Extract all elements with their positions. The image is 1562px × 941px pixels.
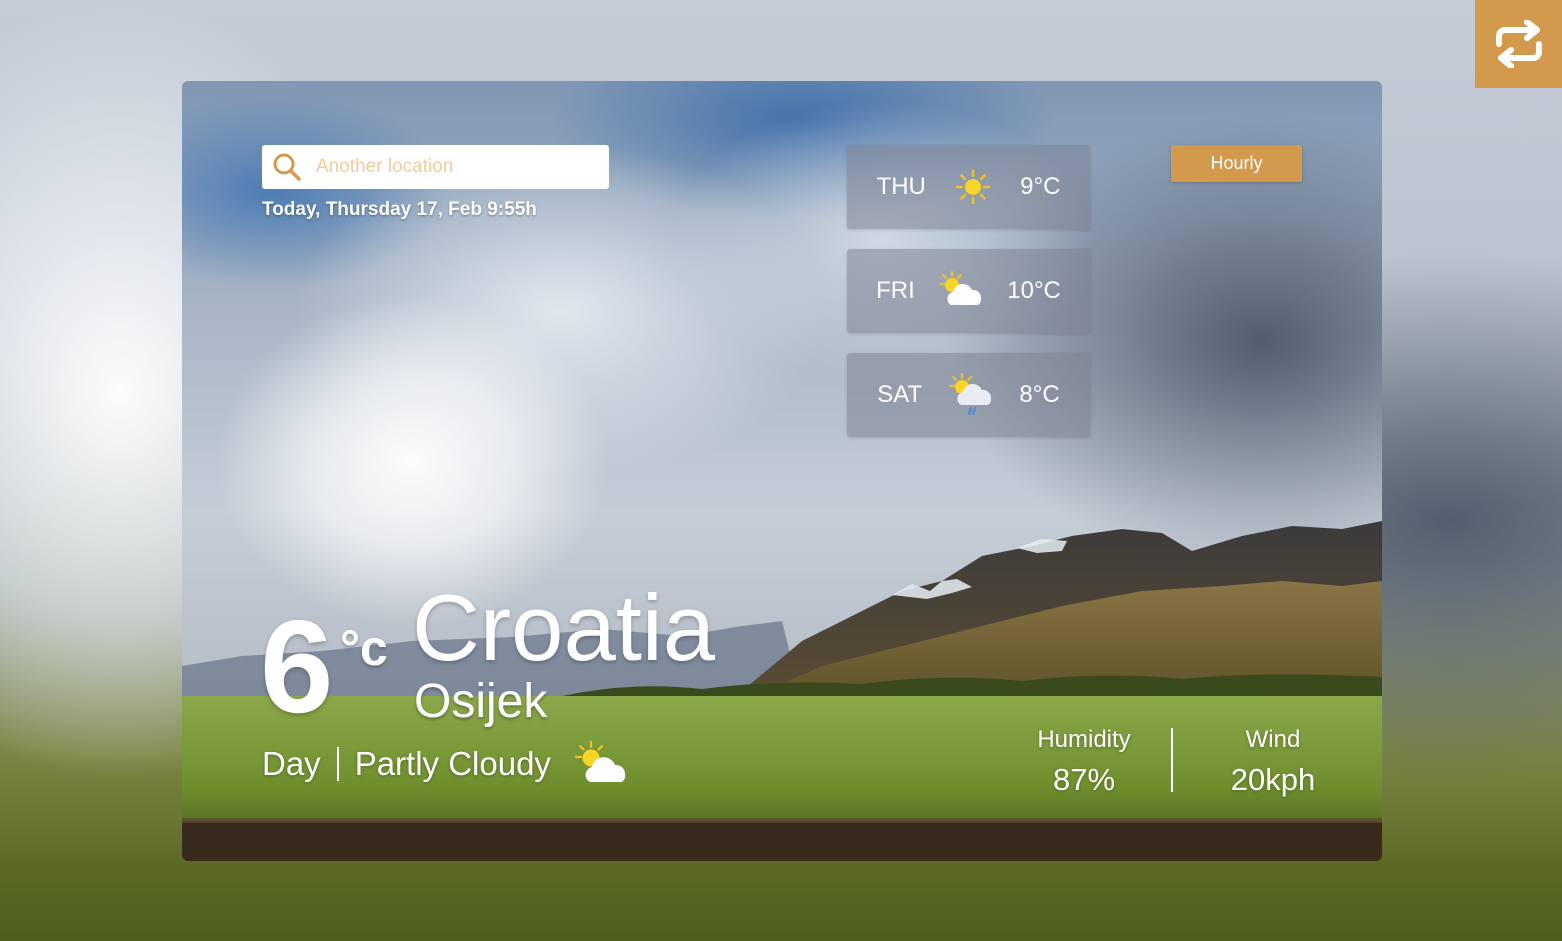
weather-card: Today, Thursday 17, Feb 9:55h THU 9°C FR… — [182, 81, 1382, 861]
partly-cloudy-icon — [573, 740, 629, 787]
humidity-value: 87% — [1052, 762, 1116, 797]
swap-icon — [1495, 20, 1542, 68]
humidity-stat: Humidity 87% — [1017, 726, 1151, 798]
forecast-temp: 9°C — [1020, 173, 1061, 200]
wind-value: 20kph — [1230, 762, 1316, 797]
search-box[interactable] — [262, 145, 609, 189]
forecast-day-thu[interactable]: THU 9°C — [847, 145, 1090, 229]
forecast-day-sat[interactable]: SAT 8°C — [847, 353, 1090, 437]
search-icon — [273, 153, 301, 181]
partly-cloudy-rain-icon — [947, 373, 995, 417]
condition-label: Partly Cloudy — [354, 745, 551, 782]
swap-button[interactable] — [1475, 0, 1562, 88]
hourly-button[interactable]: Hourly — [1171, 145, 1302, 182]
forecast-day-name: FRI — [876, 277, 915, 304]
forecast-temp: 10°C — [1007, 277, 1061, 304]
search-input[interactable] — [314, 155, 598, 179]
forecast-list: THU 9°C FRI 10°C SAT 8°C — [847, 145, 1090, 457]
current-date: Today, Thursday 17, Feb 9:55h — [262, 199, 537, 220]
forecast-day-name: THU — [876, 173, 926, 200]
country-name: Croatia — [412, 575, 716, 680]
partly-cloudy-icon — [937, 269, 985, 313]
period-label: Day — [262, 745, 321, 782]
forecast-temp: 8°C — [1019, 381, 1060, 408]
stats-divider — [1171, 728, 1173, 792]
condition-separator — [336, 747, 339, 781]
condition-row: Day Partly Cloudy — [262, 740, 629, 787]
city-name: Osijek — [414, 675, 548, 728]
temperature-unit: °c — [340, 620, 388, 676]
weather-stats: Humidity 87% Wind 20kph — [1017, 726, 1353, 798]
forecast-day-name: SAT — [877, 381, 923, 408]
humidity-label: Humidity — [1037, 726, 1131, 753]
sunny-icon — [949, 165, 997, 209]
wind-stat: Wind 20kph — [1193, 726, 1353, 798]
forecast-day-fri[interactable]: FRI 10°C — [847, 249, 1090, 333]
current-temperature: 6 — [260, 593, 334, 740]
wind-label: Wind — [1245, 726, 1301, 753]
